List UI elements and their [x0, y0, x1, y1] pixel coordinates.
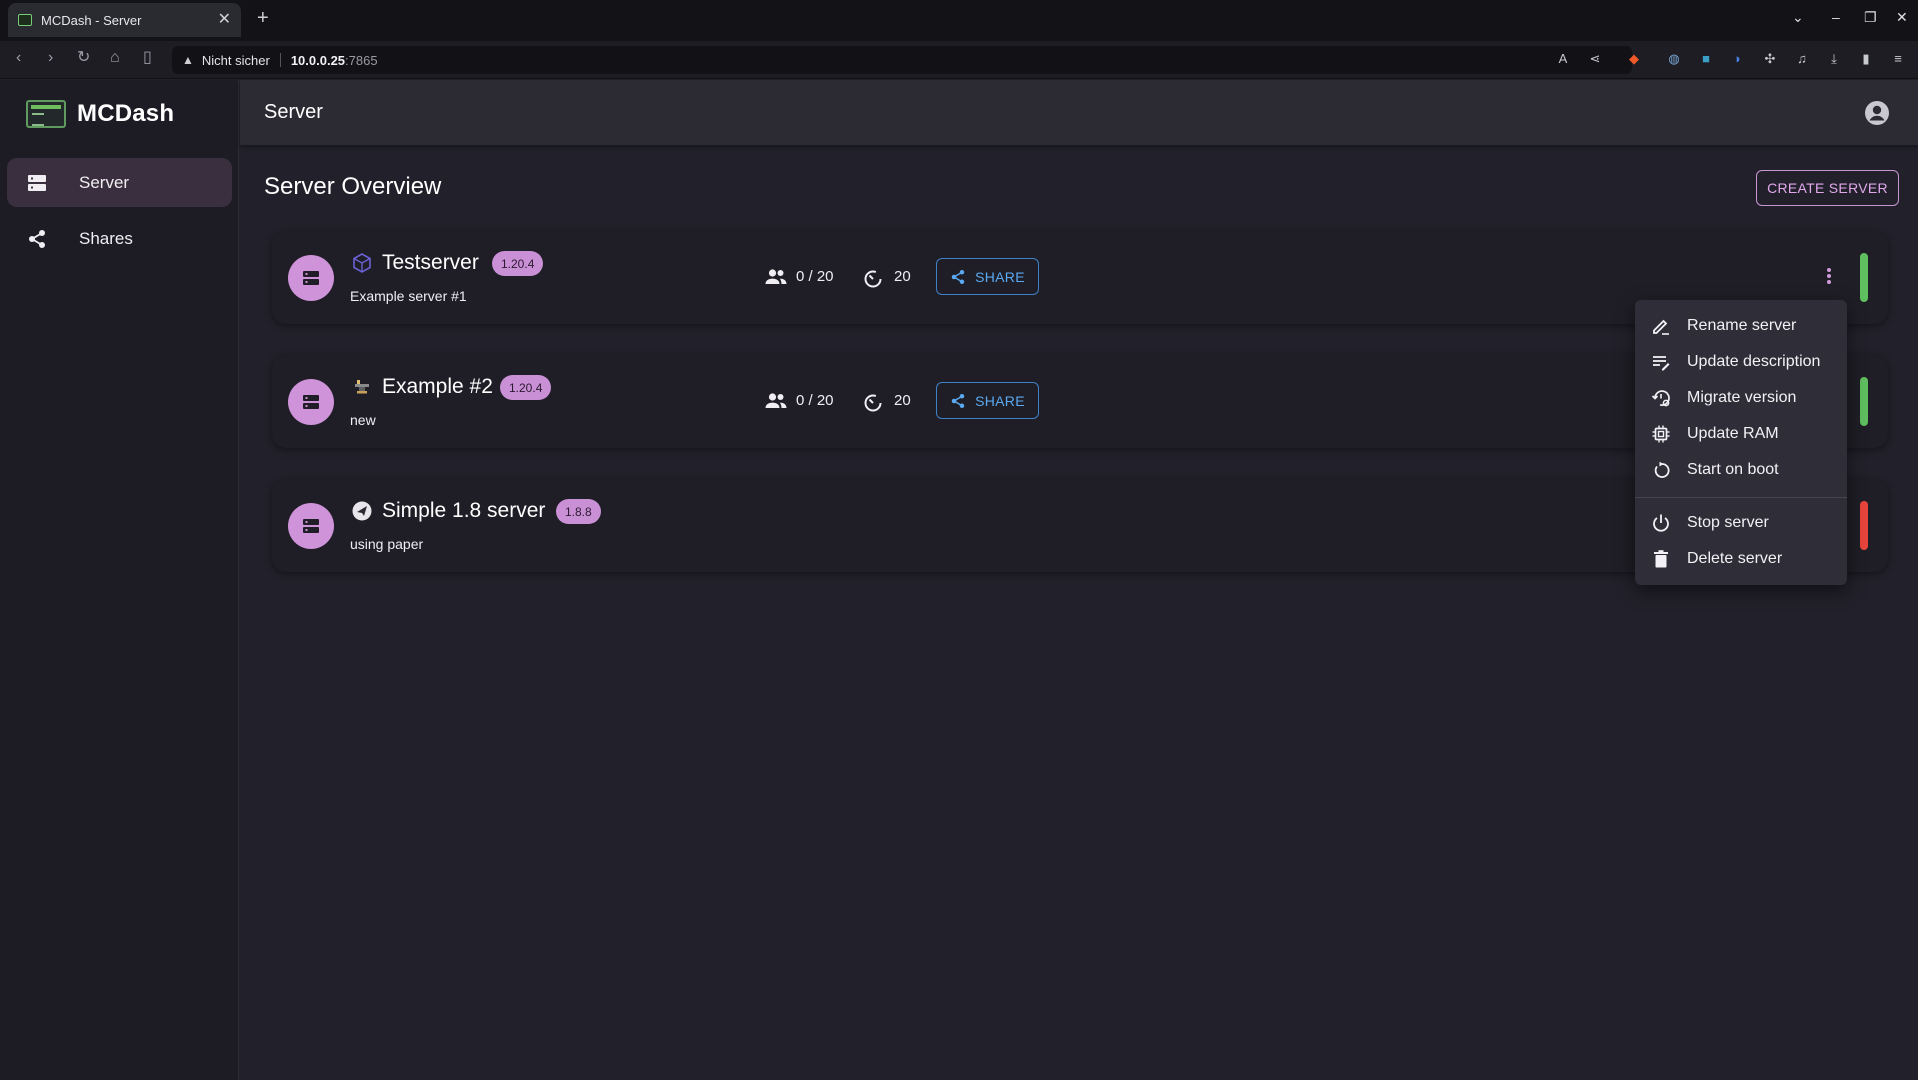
players-icon	[764, 267, 788, 287]
sidebar: MCDash Server Shares	[0, 80, 239, 1080]
paper-plane-icon	[350, 499, 374, 523]
restart-icon	[1650, 459, 1672, 481]
timer-icon	[862, 267, 886, 288]
view-distance: 20	[894, 268, 911, 285]
status-indicator-stopped	[1860, 501, 1868, 550]
create-server-button[interactable]: CREATE SERVER	[1756, 170, 1899, 206]
menu-item-delete-server[interactable]: Delete server	[1635, 541, 1847, 577]
memory-icon	[1650, 423, 1672, 445]
share-label: SHARE	[975, 268, 1025, 285]
share-label: SHARE	[975, 392, 1025, 409]
server-icon	[303, 519, 319, 533]
player-count: 0 / 20	[796, 268, 834, 285]
minimize-icon[interactable]: –	[1832, 10, 1840, 24]
share-page-icon[interactable]: ⋖	[1587, 51, 1603, 67]
server-avatar	[288, 503, 334, 549]
server-avatar	[288, 379, 334, 425]
edit-icon	[1650, 315, 1672, 337]
extension-b-icon[interactable]: ■	[1698, 51, 1714, 67]
tab-title: MCDash - Server	[41, 12, 142, 28]
toolbar-icons: A ⋖ ◆ ◍ ■ ◗ ✣ ♫ ⤓ ▮ ≡	[0, 51, 1918, 71]
menu-item-stop-server[interactable]: Stop server	[1635, 505, 1847, 541]
menu-icon[interactable]: ≡	[1890, 51, 1906, 67]
menu-item-label: Stop server	[1687, 514, 1769, 531]
trash-icon	[1650, 548, 1672, 570]
version-badge: 1.8.8	[556, 499, 601, 524]
sidebar-toggle-icon[interactable]: ▮	[1858, 51, 1874, 67]
app-name: MCDash	[77, 100, 175, 127]
tab-list-chevron-icon[interactable]: ⌄	[1792, 10, 1804, 24]
share-icon	[951, 393, 965, 408]
menu-divider	[1635, 497, 1847, 498]
server-context-menu: Rename server Update description Migrate…	[1635, 300, 1847, 585]
players-icon	[764, 391, 788, 411]
close-window-icon[interactable]: ✕	[1896, 10, 1908, 24]
power-icon	[1650, 512, 1672, 534]
brand[interactable]: MCDash	[26, 100, 174, 128]
server-description: using paper	[350, 536, 424, 552]
maximize-icon[interactable]: ❐	[1864, 10, 1877, 24]
version-badge: 1.20.4	[500, 375, 552, 400]
timer-icon	[862, 391, 886, 412]
mcdash-favicon-icon	[18, 14, 32, 26]
cube-icon	[350, 251, 374, 275]
status-indicator-running	[1860, 377, 1868, 426]
browser-tab-bar: MCDash - Server ✕ + ⌄ – ❐ ✕	[0, 0, 1918, 41]
menu-item-label: Rename server	[1687, 317, 1797, 334]
server-icon	[303, 271, 319, 285]
topbar-title: Server	[264, 101, 323, 123]
server-avatar	[288, 255, 334, 301]
vpn-icon[interactable]: ◍	[1666, 51, 1682, 67]
server-icon	[25, 171, 49, 195]
extensions-icon[interactable]: ✣	[1762, 51, 1778, 67]
sidebar-item-server[interactable]: Server	[7, 158, 232, 207]
main-content: Server Overview CREATE SERVER Testserver…	[240, 145, 1918, 1080]
media-icon[interactable]: ♫	[1794, 51, 1810, 67]
history-settings-icon	[1650, 387, 1672, 409]
menu-item-label: Migrate version	[1687, 389, 1797, 406]
player-count: 0 / 20	[796, 392, 834, 409]
server-name: Simple 1.8 server	[382, 499, 546, 522]
version-badge: 1.20.4	[492, 251, 544, 276]
status-indicator-running	[1860, 253, 1868, 302]
browser-tab[interactable]: MCDash - Server ✕	[8, 3, 241, 37]
translate-icon[interactable]: A	[1555, 51, 1571, 67]
share-icon	[951, 269, 965, 284]
menu-item-update-description[interactable]: Update description	[1635, 344, 1847, 380]
server-description: Example server #1	[350, 288, 467, 304]
menu-item-label: Start on boot	[1687, 461, 1779, 478]
browser-toolbar: ‹ › ↻ ⌂ ▯ ▲ Nicht sicher 10.0.0.25:7865 …	[0, 41, 1918, 79]
menu-item-label: Update description	[1687, 353, 1821, 370]
bitwarden-icon[interactable]: ◗	[1730, 51, 1746, 67]
share-button[interactable]: SHARE	[936, 382, 1039, 419]
server-name: Testserver	[382, 251, 479, 274]
sidebar-item-shares[interactable]: Shares	[7, 214, 232, 263]
menu-item-start-on-boot[interactable]: Start on boot	[1635, 452, 1847, 488]
brave-shield-icon[interactable]: ◆	[1626, 51, 1642, 67]
mcdash-app: MCDash Server Shares Server Server Overv…	[0, 80, 1918, 1080]
share-button[interactable]: SHARE	[936, 258, 1039, 295]
share-icon	[25, 227, 49, 251]
server-icon	[303, 395, 319, 409]
server-description: new	[350, 412, 376, 428]
more-options-icon[interactable]	[1820, 265, 1838, 287]
downloads-icon[interactable]: ⤓	[1826, 51, 1842, 67]
view-distance: 20	[894, 392, 911, 409]
menu-item-rename-server[interactable]: Rename server	[1635, 308, 1847, 344]
menu-item-migrate-version[interactable]: Migrate version	[1635, 380, 1847, 416]
menu-item-label: Delete server	[1687, 550, 1783, 567]
menu-item-update-ram[interactable]: Update RAM	[1635, 416, 1847, 452]
menu-item-label: Update RAM	[1687, 425, 1779, 442]
new-tab-icon[interactable]: +	[257, 8, 269, 28]
server-name: Example #2	[382, 375, 493, 398]
edit-note-icon	[1650, 351, 1672, 373]
sidebar-item-label: Shares	[79, 228, 133, 248]
mcdash-logo-icon	[26, 100, 66, 128]
close-tab-icon[interactable]: ✕	[218, 12, 231, 28]
account-icon[interactable]	[1864, 100, 1890, 126]
sidebar-item-label: Server	[79, 172, 130, 192]
app-topbar: Server	[240, 80, 1918, 145]
anvil-icon	[350, 375, 374, 399]
page-title: Server Overview	[264, 173, 442, 200]
